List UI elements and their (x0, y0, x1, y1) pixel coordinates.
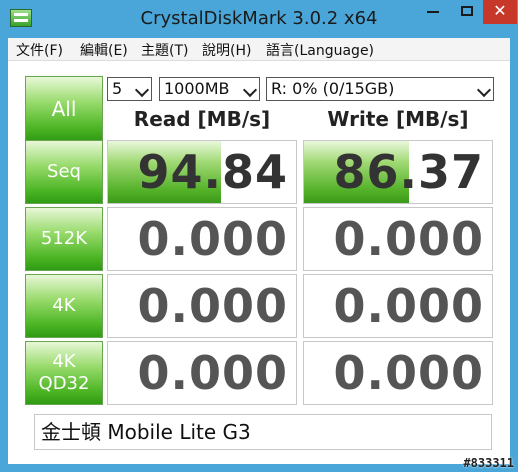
row-label-line: Seq (47, 161, 81, 182)
close-icon: ✕ (493, 1, 507, 20)
maximize-icon (461, 6, 473, 16)
seq-write-cell: 86.37 (303, 140, 493, 204)
watermark-text: #833311 (463, 456, 514, 470)
title-bar[interactable]: CrystalDiskMark 3.0.2 x64 ✕ (0, 0, 518, 38)
maximize-button[interactable] (452, 0, 482, 24)
menu-language[interactable]: 語言(Language) (266, 40, 374, 60)
row-label-line: 4K (52, 351, 76, 372)
512k-write-cell: 0.000 (303, 207, 493, 271)
all-button-label: All (51, 97, 77, 121)
512k-write-value: 0.000 (333, 212, 484, 266)
menu-help[interactable]: 說明(H) (202, 40, 251, 60)
menu-bar: 文件(F) 編輯(E) 主題(T) 說明(H) 語言(Language) (8, 38, 510, 61)
comment-field[interactable]: 金士頓 Mobile Lite G3 (34, 414, 492, 450)
4k-write-cell: 0.000 (303, 274, 493, 338)
write-header: Write [MB/s] (327, 107, 469, 131)
512k-button[interactable]: 512K (25, 207, 103, 271)
chevron-down-icon (242, 82, 258, 98)
minimize-button[interactable] (416, 0, 450, 24)
app-window: CrystalDiskMark 3.0.2 x64 ✕ 文件(F) 編輯(E) … (0, 0, 518, 472)
4k-qd32-read-value: 0.000 (137, 346, 288, 400)
row-label-line: 512K (40, 228, 88, 249)
row-label-line: QD32 (38, 373, 90, 394)
4k-qd32-write-cell: 0.000 (303, 341, 493, 405)
row-label-line: 4K (52, 295, 76, 316)
size-select[interactable]: 1000MB (159, 77, 260, 101)
drive-value: R: 0% (0/15GB) (271, 79, 395, 98)
runs-value: 5 (112, 79, 123, 98)
seq-button[interactable]: Seq (25, 140, 103, 204)
read-header: Read [MB/s] (133, 107, 271, 131)
512k-read-value: 0.000 (137, 212, 288, 266)
512k-read-cell: 0.000 (107, 207, 297, 271)
drive-select[interactable]: R: 0% (0/15GB) (266, 77, 494, 101)
all-button[interactable]: All (25, 76, 103, 142)
4k-read-value: 0.000 (137, 279, 288, 333)
seq-read-value: 94.84 (137, 145, 288, 199)
menu-theme[interactable]: 主題(T) (141, 40, 188, 60)
minimize-icon (427, 11, 439, 13)
seq-read-cell: 94.84 (107, 140, 297, 204)
close-button[interactable]: ✕ (483, 0, 517, 24)
4k-qd32-button[interactable]: 4K QD32 (25, 341, 103, 405)
menu-edit[interactable]: 編輯(E) (80, 40, 128, 60)
4k-qd32-read-cell: 0.000 (107, 341, 297, 405)
runs-select[interactable]: 5 (107, 77, 152, 101)
menu-file[interactable]: 文件(F) (16, 40, 63, 60)
4k-qd32-write-value: 0.000 (333, 346, 484, 400)
4k-read-cell: 0.000 (107, 274, 297, 338)
client-area: 文件(F) 編輯(E) 主題(T) 說明(H) 語言(Language) All… (8, 38, 510, 464)
chevron-down-icon (134, 82, 150, 98)
4k-write-value: 0.000 (333, 279, 484, 333)
benchmark-panel: All 5 1000MB R: 0% (0/15GB) Read [MB/s] … (16, 66, 502, 444)
size-value: 1000MB (164, 79, 230, 98)
4k-button[interactable]: 4K (25, 274, 103, 338)
seq-write-value: 86.37 (333, 145, 484, 199)
chevron-down-icon (476, 82, 492, 98)
